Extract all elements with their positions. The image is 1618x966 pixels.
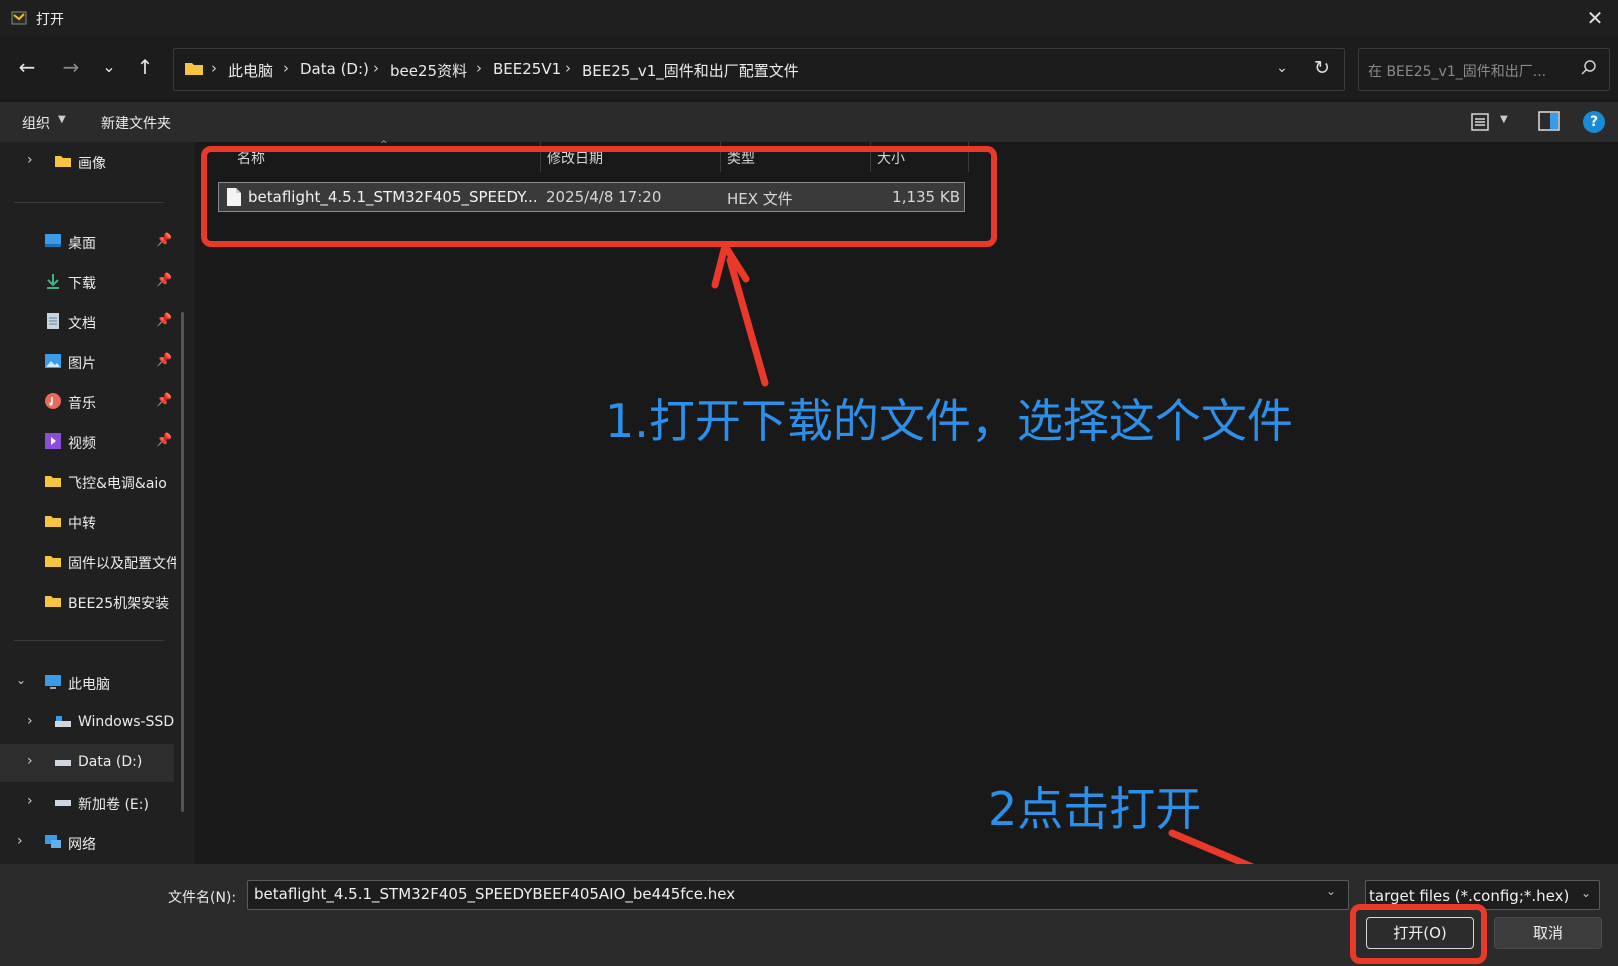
breadcrumb-data-d[interactable]: Data (D:) [300,60,369,78]
video-icon [45,433,61,449]
address-dropdown-icon[interactable]: ⌄ [1270,56,1294,80]
folder-icon [55,156,71,167]
folder-icon [45,476,61,487]
help-icon[interactable]: ? [1583,111,1605,133]
sidebar-item-bee25-frame[interactable]: BEE25机架安装 [0,583,180,621]
sidebar-item-windows-ssd[interactable]: › Windows-SSD [0,704,180,742]
breadcrumb-separator: › [565,59,571,77]
sidebar-scrollbar[interactable] [181,312,184,812]
breadcrumb-bee25v1[interactable]: BEE25V1 [493,60,561,78]
sidebar-item-downloads[interactable]: 下载 📌 [0,263,180,301]
sidebar-item-label: 中转 [68,516,96,532]
drive-icon [55,800,71,806]
sidebar-item-label: Data (D:) [78,754,143,770]
pin-icon[interactable]: 📌 [156,393,172,408]
breadcrumb-current-folder[interactable]: BEE25_v1_固件和出厂配置文件 [582,60,799,81]
annotation-highlight-open [1350,904,1487,964]
chevron-right-icon[interactable]: › [17,833,23,849]
sidebar-item-flight-controller[interactable]: 飞控&电调&aio [0,463,180,501]
sidebar-item-label: Windows-SSD [78,714,175,730]
up-icon[interactable]: ↑ [129,52,161,84]
drive-icon [55,760,71,766]
network-icon [45,835,61,848]
sidebar-item-pictures[interactable]: 图片 📌 [0,343,180,381]
chevron-right-icon[interactable]: › [27,793,33,809]
search-placeholder: 在 BEE25_v1_固件和出厂... [1368,64,1547,80]
recent-locations-chevron-icon[interactable]: ⌄ [93,52,125,84]
pin-icon[interactable]: 📌 [156,433,172,448]
annotation-step1-text: 1.打开下载的文件，选择这个文件 [605,394,1293,448]
new-folder-button[interactable]: 新建文件夹 [101,113,171,133]
caret-down-icon[interactable]: ▼ [58,114,66,125]
breadcrumb-bee25[interactable]: bee25资料 [390,60,467,81]
sidebar-item-videos[interactable]: 视频 📌 [0,423,180,461]
view-caret-icon[interactable]: ▼ [1500,114,1508,125]
annotation-highlight-file [201,146,997,247]
folder-icon [45,516,61,527]
sidebar-item-documents[interactable]: 文档 📌 [0,303,180,341]
breadcrumb-separator: › [283,59,289,77]
sidebar-item-this-pc[interactable]: ⌄ 此电脑 [0,664,180,702]
pin-icon[interactable]: 📌 [156,353,172,368]
pictures-icon [45,354,61,368]
sidebar-item-data-d[interactable]: › Data (D:) [0,744,174,782]
sidebar-item-label: 新加卷 (E:) [78,797,149,813]
back-icon[interactable]: ← [11,52,43,84]
filename-input[interactable]: betaflight_4.5.1_STM32F405_SPEEDYBEEF405… [247,880,1349,910]
file-type-value: target files (*.config;*.hex) [1369,887,1570,905]
sidebar-item-zhongzhuan[interactable]: 中转 [0,503,180,541]
download-icon [47,274,59,289]
pin-icon[interactable]: 📌 [156,233,172,248]
pc-icon [45,675,61,689]
filename-dropdown-icon[interactable]: ⌄ [1326,884,1336,898]
search-icon[interactable] [1580,59,1598,77]
folder-icon [185,63,203,75]
sidebar-item-label: 固件以及配置文件 [68,556,176,572]
sidebar-divider [14,640,164,641]
filename-label: 文件名(N): [168,890,237,906]
sidebar-item-label: 飞控&电调&aio [68,476,167,492]
sidebar-item-network[interactable]: › 网络 [0,824,180,862]
close-icon[interactable]: ✕ [1582,6,1608,32]
document-icon [47,313,59,329]
breadcrumb-separator: › [211,59,217,77]
breadcrumb-this-pc[interactable]: 此电脑 [228,60,273,81]
folder-icon [45,556,61,567]
preview-pane-icon[interactable] [1538,111,1560,131]
forward-icon[interactable]: → [55,52,87,84]
sidebar-item-label: 画像 [78,156,106,172]
title-bar [0,0,1618,36]
pin-icon[interactable]: 📌 [156,313,172,328]
refresh-icon[interactable]: ↻ [1310,56,1334,80]
sidebar-item-new-volume-e[interactable]: › 新加卷 (E:) [0,784,180,822]
breadcrumb-separator: › [373,59,379,77]
file-list [198,142,1618,864]
sidebar-item-label: 此电脑 [68,677,110,693]
chevron-right-icon[interactable]: › [27,753,33,769]
chevron-down-icon[interactable]: ⌄ [16,673,26,687]
command-bar [0,102,1618,142]
cancel-button[interactable]: 取消 [1494,917,1602,949]
chevron-down-icon[interactable]: ⌄ [1581,886,1591,900]
app-icon [11,11,27,25]
folder-icon [45,596,61,607]
sidebar-item-music[interactable]: 音乐 📌 [0,383,180,421]
sidebar-divider [14,202,164,203]
chevron-right-icon[interactable]: › [27,152,33,168]
desktop-icon [45,234,61,247]
sidebar-item-huaxiang[interactable]: › 画像 [0,143,180,181]
annotation-step2-text: 2点击打开 [988,782,1202,836]
pin-icon[interactable]: 📌 [156,273,172,288]
breadcrumb-separator: › [476,59,482,77]
organize-button[interactable]: 组织 [22,113,50,133]
sidebar-item-firmware-config[interactable]: 固件以及配置文件 [0,543,180,581]
music-icon [45,393,61,409]
sidebar-item-label: 网络 [68,837,96,853]
window-title: 打开 [36,12,64,28]
sidebar-item-desktop[interactable]: 桌面 📌 [0,223,180,261]
drive-icon [55,716,71,727]
sidebar-item-label: BEE25机架安装 [68,596,170,612]
chevron-right-icon[interactable]: › [27,713,33,729]
view-details-icon[interactable] [1470,112,1490,132]
